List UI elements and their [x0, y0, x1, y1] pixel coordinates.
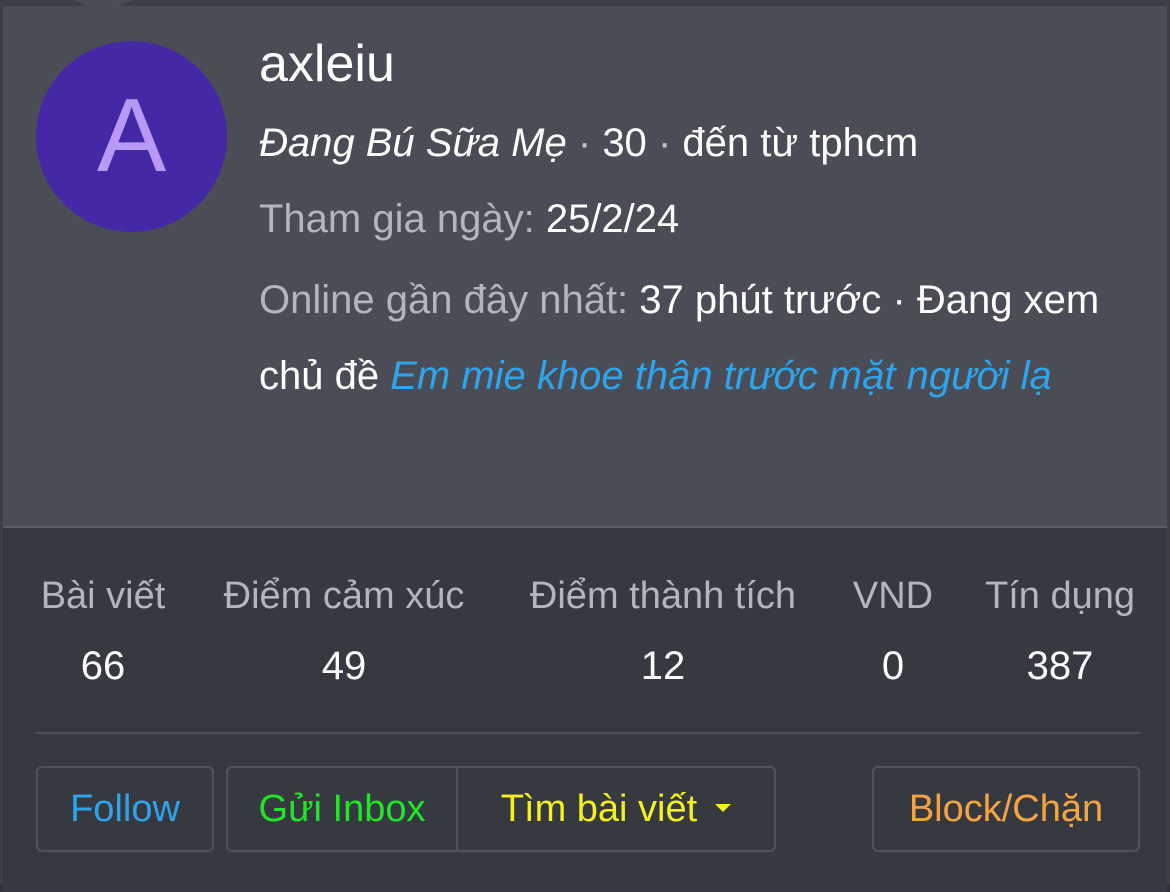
follow-button[interactable]: Follow — [36, 766, 214, 852]
caret-down-icon — [715, 803, 732, 812]
separator-dot: · — [657, 121, 672, 165]
last-seen-row: Online gần đây nhất: 37 phút trước · Đan… — [259, 262, 1119, 414]
send-inbox-button[interactable]: Gửi Inbox — [226, 766, 458, 852]
stat-posts[interactable]: Bài viết 66 — [36, 574, 170, 688]
stat-credit: Tín dụng 387 — [979, 574, 1141, 688]
user-age: 30 — [602, 121, 647, 165]
stat-label: Điểm cảm xúc — [223, 575, 465, 617]
profile-header: A axleiu Đang Bú Sữa Mẹ · 30 · đến từ tp… — [3, 6, 1167, 524]
activity-thread-link[interactable]: Em mie khoe thân trước mặt người lạ — [390, 354, 1052, 398]
stat-label: VND — [852, 575, 934, 617]
user-blurb: Đang Bú Sữa Mẹ · 30 · đến từ tphcm — [259, 112, 1119, 174]
stat-value: 49 — [321, 644, 367, 688]
joined-value: 25/2/24 — [545, 197, 680, 241]
profile-footer: Bài viết 66 Điểm cảm xúc 49 Điểm thành t… — [3, 526, 1167, 892]
stat-value: 12 — [640, 644, 686, 688]
stat-trophy-points[interactable]: Điểm thành tích 12 — [519, 574, 807, 688]
stat-label: Điểm thành tích — [529, 575, 797, 617]
find-posts-button[interactable]: Tìm bài viết — [456, 766, 776, 852]
profile-info: axleiu Đang Bú Sữa Mẹ · 30 · đến từ tphc… — [259, 28, 1119, 414]
member-tooltip-card: A axleiu Đang Bú Sữa Mẹ · 30 · đến từ tp… — [0, 0, 1170, 892]
block-button[interactable]: Block/Chặn — [872, 766, 1140, 852]
joined-label: Tham gia ngày: — [259, 197, 535, 241]
stat-value: 387 — [1026, 644, 1094, 688]
joined-row: Tham gia ngày: 25/2/24 — [259, 188, 1119, 250]
stat-value: 66 — [80, 644, 126, 688]
separator-dot: · — [892, 278, 906, 322]
stat-vnd: VND 0 — [849, 574, 937, 688]
user-location: đến từ tphcm — [682, 121, 919, 165]
user-title: Đang Bú Sữa Mẹ — [259, 121, 567, 165]
last-seen-label: Online gần đây nhất: — [259, 278, 629, 322]
stat-reactions[interactable]: Điểm cảm xúc 49 — [214, 574, 474, 688]
avatar[interactable]: A — [36, 41, 227, 232]
separator-dot: · — [577, 121, 592, 165]
stat-label: Tín dụng — [985, 575, 1135, 617]
last-seen-time: 37 phút trước — [639, 278, 882, 322]
stat-value: 0 — [881, 644, 905, 688]
stat-label: Bài viết — [40, 575, 166, 617]
username[interactable]: axleiu — [259, 28, 1119, 108]
find-posts-label: Tìm bài viết — [500, 788, 698, 830]
divider — [36, 732, 1140, 734]
